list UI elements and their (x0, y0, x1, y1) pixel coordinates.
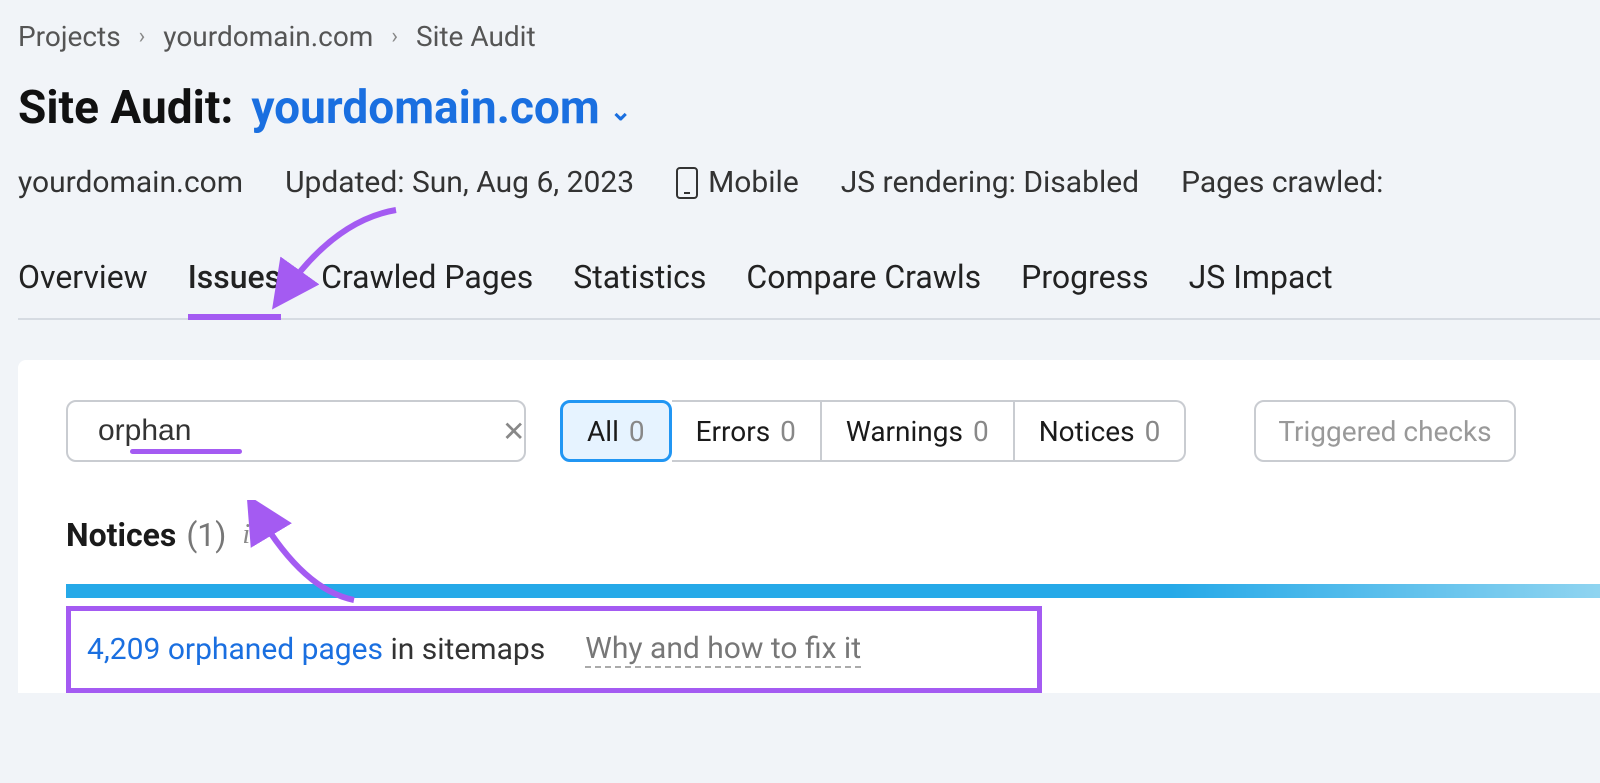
chevron-down-icon: ⌄ (610, 97, 632, 127)
filter-warnings-count: 0 (973, 415, 989, 448)
filter-warnings[interactable]: Warnings 0 (822, 400, 1015, 462)
tab-overview[interactable]: Overview (18, 258, 148, 318)
why-how-fix-link[interactable]: Why and how to fix it (585, 631, 861, 668)
chevron-right-icon: › (139, 24, 146, 49)
filter-all-label: All (587, 415, 619, 448)
filter-all-count: 0 (629, 415, 645, 448)
tab-statistics[interactable]: Statistics (573, 258, 706, 318)
tab-progress[interactable]: Progress (1021, 258, 1148, 318)
filter-errors-label: Errors (696, 415, 771, 448)
meta-domain: yourdomain.com (18, 165, 243, 200)
meta-pages-crawled: Pages crawled: (1181, 165, 1383, 200)
chevron-right-icon: › (391, 24, 398, 49)
annotation-underline (130, 449, 242, 454)
issue-row-orphaned-pages: 4,209 orphaned pages in sitemaps Why and… (66, 606, 1042, 693)
page-title-row: Site Audit: yourdomain.com ⌄ (18, 81, 1600, 135)
search-input[interactable] (98, 414, 484, 448)
breadcrumb-domain[interactable]: yourdomain.com (163, 20, 373, 53)
notices-heading: Notices (1) i (66, 516, 1600, 554)
meta-updated: Updated: Sun, Aug 6, 2023 (285, 165, 634, 200)
meta-js-rendering: JS rendering: Disabled (841, 165, 1139, 200)
notices-label: Notices (66, 516, 176, 554)
filter-errors-count: 0 (780, 415, 796, 448)
breadcrumb: Projects › yourdomain.com › Site Audit (18, 20, 1600, 53)
filter-notices[interactable]: Notices 0 (1015, 400, 1187, 462)
controls-row: ✕ All 0 Errors 0 Warnings 0 Notices 0 Tr… (66, 400, 1600, 462)
tab-issues[interactable]: Issues (188, 258, 281, 320)
issues-panel: ✕ All 0 Errors 0 Warnings 0 Notices 0 Tr… (18, 360, 1600, 693)
meta-device-label: Mobile (708, 165, 799, 200)
meta-row: yourdomain.com Updated: Sun, Aug 6, 2023… (18, 165, 1600, 200)
meta-device: Mobile (676, 165, 799, 200)
filter-all[interactable]: All 0 (560, 400, 672, 462)
info-icon[interactable]: i (236, 519, 250, 551)
clear-search-button[interactable]: ✕ (498, 411, 529, 452)
page-title: Site Audit: (18, 81, 233, 135)
search-box: ✕ (66, 400, 526, 462)
tab-compare-crawls[interactable]: Compare Crawls (746, 258, 981, 318)
tab-crawled-pages[interactable]: Crawled Pages (321, 258, 533, 318)
filter-group: All 0 Errors 0 Warnings 0 Notices 0 (560, 400, 1186, 462)
notices-progress-bar (66, 584, 1600, 598)
issue-link[interactable]: 4,209 orphaned pages in sitemaps (87, 632, 545, 667)
tabs: Overview Issues Crawled Pages Statistics… (18, 258, 1600, 320)
domain-dropdown[interactable]: yourdomain.com ⌄ (251, 81, 631, 135)
issue-suffix: in sitemaps (390, 632, 545, 667)
triggered-checks-dropdown[interactable]: Triggered checks (1254, 400, 1515, 462)
tab-js-impact[interactable]: JS Impact (1189, 258, 1333, 318)
issue-count: 4,209 (87, 632, 160, 667)
issue-term: orphaned pages (168, 632, 383, 667)
filter-notices-label: Notices (1039, 415, 1135, 448)
breadcrumb-projects[interactable]: Projects (18, 20, 121, 53)
domain-dropdown-label: yourdomain.com (251, 81, 599, 135)
mobile-icon (676, 167, 698, 199)
breadcrumb-section: Site Audit (416, 20, 536, 53)
filter-warnings-label: Warnings (846, 415, 963, 448)
filter-notices-count: 0 (1145, 415, 1161, 448)
notices-count: (1) (186, 516, 226, 554)
filter-errors[interactable]: Errors 0 (672, 400, 822, 462)
